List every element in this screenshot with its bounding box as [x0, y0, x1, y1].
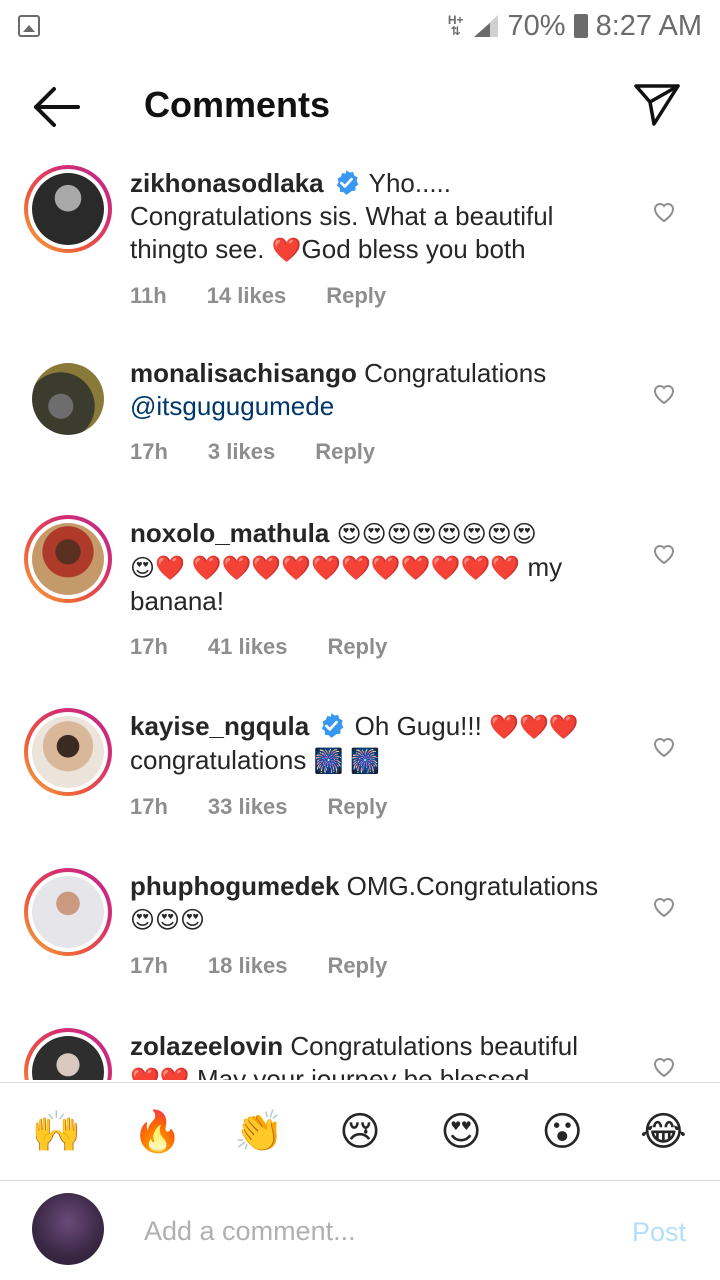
comment-list: zikhonasodlaka Yho..... Congratulations …: [0, 155, 720, 1080]
reply-button[interactable]: Reply: [327, 949, 387, 982]
comment-likes[interactable]: 14 likes: [207, 279, 287, 312]
avatar-image: [32, 1036, 104, 1080]
comment-body: phuphogumedek OMG.Congratulations 😍😍😍 17…: [130, 870, 630, 982]
reply-button[interactable]: Reply: [327, 630, 387, 663]
arrow-left-icon[interactable]: [28, 84, 84, 130]
gallery-notification-icon: [18, 15, 40, 37]
reply-button[interactable]: Reply: [315, 435, 375, 468]
comment-input-bar: Post: [0, 1181, 720, 1280]
avatar[interactable]: [24, 868, 112, 956]
post-button[interactable]: Post: [632, 1217, 686, 1248]
comment-body: noxolo_mathula 😍😍😍😍😍😍😍😍 😍❤️ ❤️❤️❤️❤️❤️❤️…: [130, 517, 630, 663]
comment-likes[interactable]: 33 likes: [208, 790, 288, 823]
status-bar: H+ ⇅ 70% 8:27 AM: [0, 0, 720, 52]
comment-body: monalisachisango Congratulations @itsgug…: [130, 357, 630, 468]
fireworks-emojis: 🎆 🎆: [313, 748, 380, 775]
page-title: Comments: [144, 84, 331, 125]
comment-username[interactable]: kayise_ngqula: [130, 711, 309, 741]
comment-username[interactable]: phuphogumedek: [130, 871, 339, 901]
comment-meta: 11h 14 likes Reply: [130, 279, 630, 312]
comment-time: 17h: [130, 439, 168, 464]
battery-percent: 70%: [507, 9, 566, 42]
reply-button[interactable]: Reply: [327, 790, 387, 823]
avatar[interactable]: [24, 355, 112, 443]
heart-eyes-emojis: 😍😍😍😍😍😍😍😍: [336, 521, 537, 548]
heart-emoji: ❤️: [271, 237, 302, 264]
avatar[interactable]: [24, 708, 112, 796]
emoji-quick-bar: 🙌 🔥 👏 😢 😍 😮 😂: [0, 1083, 720, 1180]
comment-text: Congratulations: [364, 358, 547, 388]
emoji-surprised[interactable]: 😮: [532, 1109, 592, 1155]
battery-icon: [573, 14, 588, 38]
comment-meta: 17h 33 likes Reply: [130, 790, 630, 823]
avatar[interactable]: [24, 515, 112, 603]
comment-username[interactable]: zikhonasodlaka: [130, 168, 324, 198]
avatar-image: [32, 716, 104, 788]
emoji-fire[interactable]: 🔥: [128, 1108, 188, 1155]
comment-time: 17h: [130, 953, 168, 978]
comment-text-2: congratulations: [130, 745, 314, 775]
header: Comments: [0, 62, 720, 152]
hearts-emojis: 😍❤️ ❤️❤️❤️❤️❤️❤️❤️❤️❤️❤️❤️: [130, 555, 521, 582]
like-heart-icon[interactable]: [652, 201, 676, 223]
comment-likes[interactable]: 18 likes: [208, 949, 288, 982]
avatar-image: [32, 876, 104, 948]
emoji-crying[interactable]: 😢: [330, 1109, 390, 1155]
emoji-raising-hands[interactable]: 🙌: [27, 1108, 87, 1155]
comment-username[interactable]: zolazeelovin: [130, 1031, 283, 1061]
like-heart-icon[interactable]: [652, 896, 676, 918]
avatar-image: [32, 363, 104, 435]
comment-meta: 17h 3 likes Reply: [130, 435, 630, 468]
like-heart-icon[interactable]: [652, 736, 676, 758]
comment-time: 17h: [130, 634, 168, 659]
comment-text: Congratulations beautiful: [290, 1031, 579, 1061]
current-user-avatar: [32, 1193, 104, 1265]
hearts-emojis: ❤️❤️❤️: [489, 714, 579, 741]
like-heart-icon[interactable]: [652, 1056, 676, 1078]
comment-text: OMG.Congratulations: [346, 871, 599, 901]
verified-badge-icon: [322, 713, 344, 738]
avatar[interactable]: [24, 165, 112, 253]
comment-meta: 17h 18 likes Reply: [130, 949, 630, 982]
heart-eyes-emojis: 😍😍😍: [130, 907, 206, 934]
reply-button[interactable]: Reply: [326, 279, 386, 312]
comment-body: zikhonasodlaka Yho..... Congratulations …: [130, 167, 630, 312]
avatar-image: [32, 173, 104, 245]
comment-username[interactable]: noxolo_mathula: [130, 518, 329, 548]
network-type-icon: H+ ⇅: [447, 13, 464, 38]
comment-username[interactable]: monalisachisango: [130, 358, 357, 388]
paper-plane-icon[interactable]: [632, 80, 682, 130]
like-heart-icon[interactable]: [652, 383, 676, 405]
comment-body: kayise_ngqula Oh Gugu!!! ❤️❤️❤️ congratu…: [130, 710, 630, 823]
comment-meta: 17h 41 likes Reply: [130, 630, 630, 663]
comment-likes[interactable]: 41 likes: [208, 630, 288, 663]
comment-text: Oh Gugu!!!: [354, 711, 490, 741]
mention-link[interactable]: @itsgugugumede: [130, 391, 334, 421]
emoji-tears-of-joy[interactable]: 😂: [633, 1109, 693, 1155]
signal-icon: [473, 15, 498, 37]
emoji-heart-eyes[interactable]: 😍: [431, 1109, 491, 1155]
verified-badge-icon: [336, 170, 359, 195]
like-heart-icon[interactable]: [652, 543, 676, 565]
clock: 8:27 AM: [595, 9, 702, 42]
emoji-clap[interactable]: 👏: [229, 1108, 289, 1155]
avatar[interactable]: [24, 1028, 112, 1080]
comment-likes[interactable]: 3 likes: [208, 435, 275, 468]
comment-body: zolazeelovin Congratulations beautiful ❤…: [130, 1030, 630, 1080]
comment-input[interactable]: [144, 1211, 584, 1251]
comment-time: 17h: [130, 794, 168, 819]
status-indicators: H+ ⇅ 70% 8:27 AM: [448, 10, 702, 43]
comment-text-2: May your journey be blessed: [189, 1064, 530, 1080]
avatar-image: [32, 523, 104, 595]
comment-time: 11h: [130, 283, 167, 308]
hearts-emojis: ❤️❤️: [130, 1067, 190, 1080]
